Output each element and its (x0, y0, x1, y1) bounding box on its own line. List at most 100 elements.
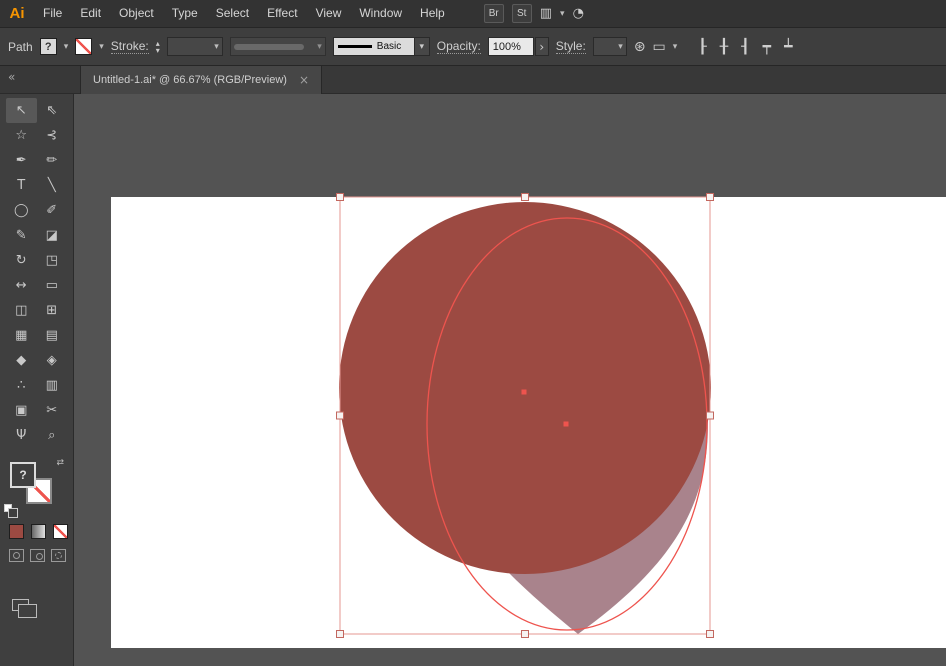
menu-item-edit[interactable]: Edit (71, 0, 110, 27)
handle-middle-right[interactable] (706, 411, 714, 420)
blend-tool[interactable]: ◈ (37, 348, 68, 373)
slice-tool[interactable]: ✂ (37, 398, 68, 423)
draw-normal-button[interactable] (9, 549, 24, 562)
perspective-grid-tool[interactable]: ⊞ (37, 298, 68, 323)
handle-middle-left[interactable] (336, 411, 344, 420)
transform-panel-icon[interactable]: ▭ (653, 39, 666, 55)
align-horizontal-center-icon[interactable]: ╂ (720, 39, 728, 55)
symbol-sprayer-tool[interactable]: ∴ (6, 373, 37, 398)
close-tab-icon[interactable]: × (299, 73, 309, 87)
fill-swatch[interactable]: ? (10, 462, 36, 488)
brush-stroke-preview (337, 45, 372, 48)
handle-bottom-center[interactable] (521, 630, 529, 638)
color-button[interactable] (9, 524, 24, 539)
opacity-expand-icon[interactable]: › (534, 37, 549, 56)
align-horizontal-left-icon[interactable]: ┠ (698, 39, 706, 55)
collapse-panel-icon[interactable]: « (8, 70, 15, 84)
menu-item-effect[interactable]: Effect (258, 0, 306, 27)
bridge-button[interactable]: Br (483, 4, 504, 23)
handle-top-right[interactable] (706, 193, 714, 201)
red-circle-shape[interactable] (339, 202, 711, 574)
rotate-tool[interactable]: ↻ (6, 248, 37, 273)
direct-selection-tool[interactable]: ⇖ (37, 98, 68, 123)
shape-builder-tool[interactable]: ◫ (6, 298, 37, 323)
zoom-tool[interactable]: ⌕ (37, 423, 68, 448)
stroke-weight-select[interactable]: ▾ (166, 37, 223, 56)
menu-item-type[interactable]: Type (163, 0, 207, 27)
handle-bottom-left[interactable] (336, 630, 344, 638)
fill-stroke-selector: ? ⇄ (4, 458, 64, 518)
eyedropper-tool[interactable]: ◆ (6, 348, 37, 373)
circle-center-anchor[interactable] (521, 389, 527, 395)
fill-color-preview[interactable]: ? (39, 38, 57, 55)
align-vertical-bottom-icon[interactable]: ┷ (784, 39, 792, 55)
scale-tool[interactable]: ◳ (37, 248, 68, 273)
handle-top-center[interactable] (521, 193, 529, 201)
fill-chevron-down-icon[interactable]: ▾ (64, 42, 69, 52)
opacity-input[interactable] (487, 37, 534, 56)
draw-behind-button[interactable] (30, 549, 45, 562)
width-tool[interactable]: ↔ (6, 273, 37, 298)
graphic-style-label[interactable]: Style: (555, 39, 586, 54)
gradient-button[interactable] (31, 524, 46, 539)
line-segment-tool[interactable]: ╲ (37, 173, 68, 198)
handle-bottom-right[interactable] (706, 630, 714, 638)
menu-item-help[interactable]: Help (411, 0, 454, 27)
menu-item-object[interactable]: Object (110, 0, 163, 27)
swap-fill-stroke-icon[interactable]: ⇄ (56, 458, 64, 468)
brush-chevron-down-icon[interactable]: ▾ (414, 37, 430, 56)
menu-item-window[interactable]: Window (350, 0, 411, 27)
eraser-tool[interactable]: ◪ (37, 223, 68, 248)
document-tab[interactable]: Untitled-1.ai* @ 66.67% (RGB/Preview) × (80, 66, 323, 94)
selection-tool[interactable]: ↖ (6, 98, 37, 123)
menu-list: File Edit Object Type Select Effect View Window… (34, 0, 454, 27)
menu-item-view[interactable]: View (307, 0, 351, 27)
stroke-color-preview[interactable] (75, 38, 93, 55)
free-transform-tool[interactable]: ▭ (37, 273, 68, 298)
draw-inside-button[interactable] (51, 549, 66, 562)
graphic-style-select[interactable]: ▾ (592, 37, 627, 56)
artboard-tool[interactable]: ▣ (6, 398, 37, 423)
stroke-weight-stepper[interactable]: ▴ ▾ (156, 39, 160, 54)
default-fill-stroke-icon[interactable] (4, 504, 18, 518)
stock-button[interactable]: St (511, 4, 532, 23)
canvas-area[interactable] (74, 94, 946, 666)
chevron-down-icon: ▾ (317, 41, 322, 52)
document-tab-title: Untitled-1.ai* @ 66.67% (RGB/Preview) (93, 74, 287, 86)
gpu-performance-icon[interactable]: ◔ (573, 6, 584, 21)
mesh-tool[interactable]: ▦ (6, 323, 37, 348)
ellipse-tool[interactable]: ◯ (6, 198, 37, 223)
recolor-artwork-icon[interactable]: ⊛ (634, 39, 646, 55)
stroke-weight-label[interactable]: Stroke: (110, 39, 149, 54)
gradient-tool[interactable]: ▤ (37, 323, 68, 348)
stepper-down-icon[interactable]: ▾ (156, 46, 160, 54)
brush-definition-select[interactable]: Basic (332, 37, 415, 56)
align-vertical-top-icon[interactable]: ┯ (763, 39, 771, 55)
illustrator-window: Ai File Edit Object Type Select Effect View Win… (0, 0, 946, 666)
curvature-tool[interactable]: ✏ (37, 148, 68, 173)
lasso-tool[interactable]: ⊰ (37, 123, 68, 148)
chevron-down-icon: ▾ (618, 41, 623, 52)
type-tool[interactable]: T (6, 173, 37, 198)
pen-tool[interactable]: ✒ (6, 148, 37, 173)
chevron-down-icon[interactable]: ▾ (560, 9, 565, 19)
opacity-label[interactable]: Opacity: (436, 39, 481, 54)
column-graph-tool[interactable]: ▥ (37, 373, 68, 398)
change-screen-mode-button[interactable] (12, 599, 37, 618)
hand-tool[interactable]: Ψ (6, 423, 37, 448)
align-horizontal-right-icon[interactable]: ┨ (741, 39, 749, 55)
drawing-mode-buttons (9, 549, 73, 562)
handle-top-left[interactable] (336, 193, 344, 201)
menu-item-file[interactable]: File (34, 0, 71, 27)
arrange-documents-icon[interactable]: ▥ (540, 6, 552, 21)
app-logo[interactable]: Ai (0, 5, 34, 22)
shaper-tool[interactable]: ✎ (6, 223, 37, 248)
ellipse-center-anchor[interactable] (563, 421, 569, 427)
none-button[interactable] (53, 524, 68, 539)
magic-wand-tool[interactable]: ☆ (6, 123, 37, 148)
paintbrush-tool[interactable]: ✐ (37, 198, 68, 223)
variable-width-profile-select[interactable]: ▾ (229, 37, 326, 56)
stroke-chevron-down-icon[interactable]: ▾ (99, 42, 104, 52)
menu-item-select[interactable]: Select (207, 0, 258, 27)
transform-chevron-down-icon[interactable]: ▾ (673, 42, 678, 52)
